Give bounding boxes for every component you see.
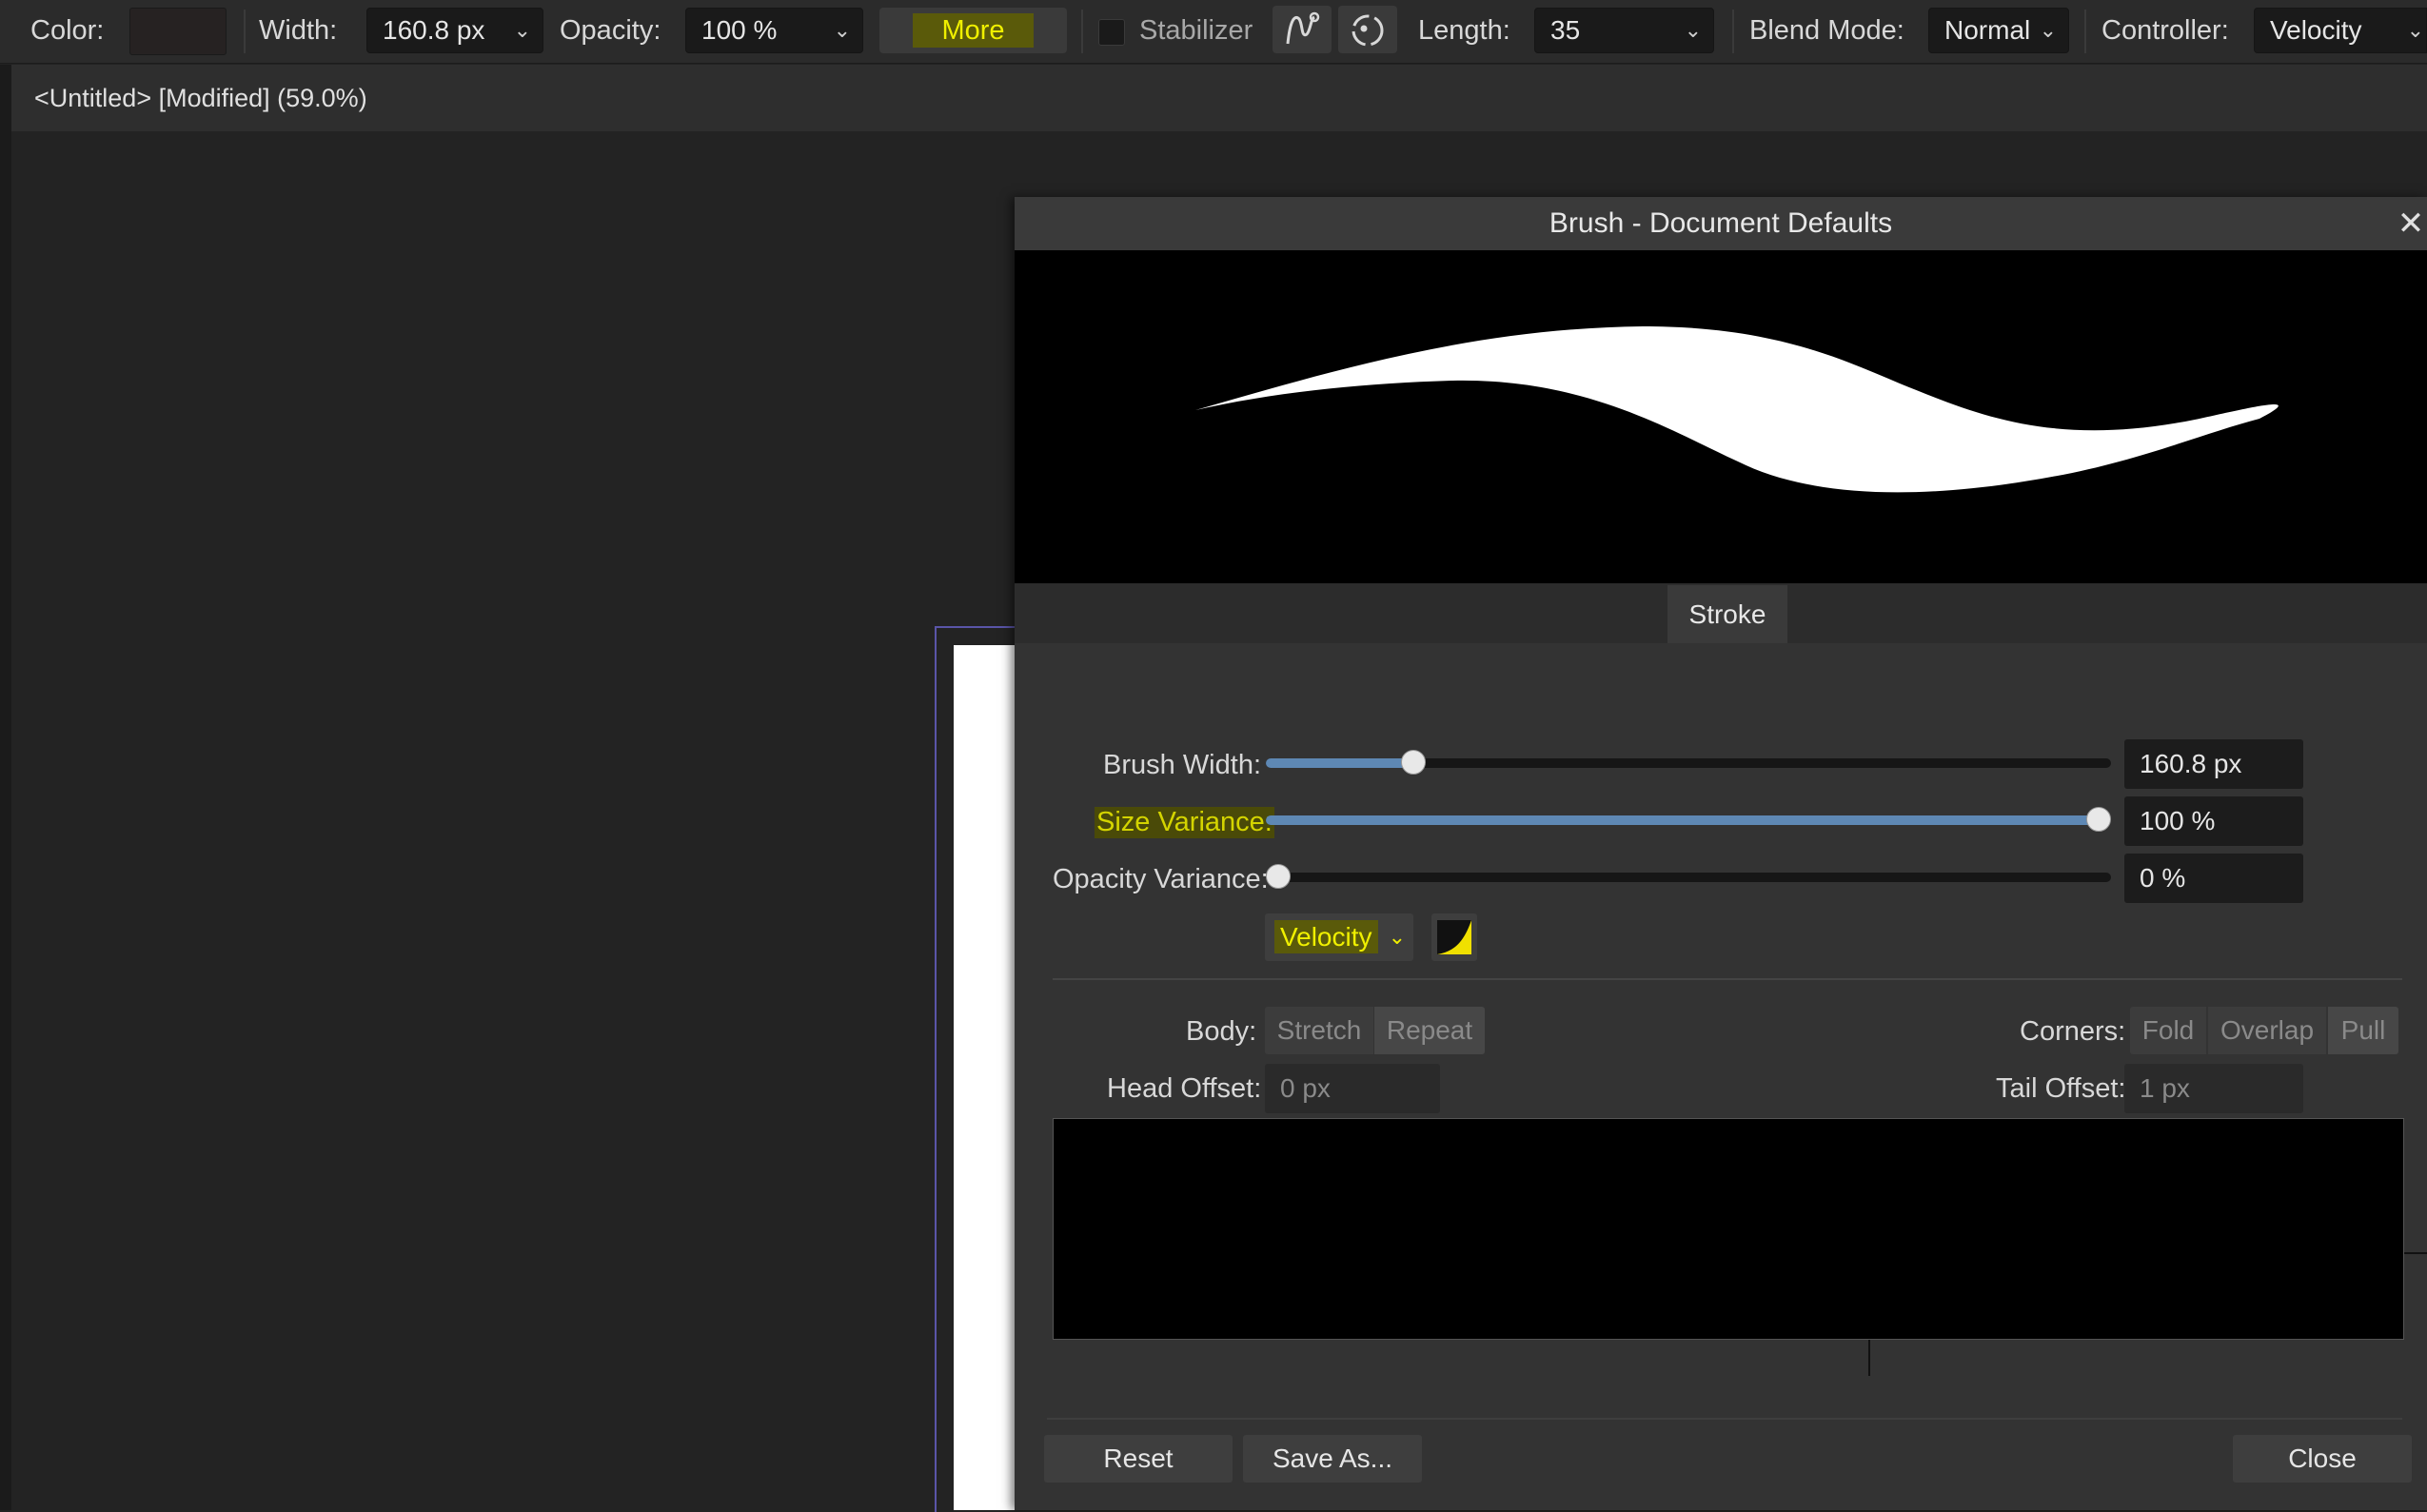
texture-split-marker	[1868, 1340, 1870, 1376]
chevron-down-icon: ⌄	[2039, 18, 2057, 42]
pressure-curve-button[interactable]	[1431, 913, 1477, 961]
variance-controller-value: Velocity	[1274, 920, 1378, 953]
controller-dropdown[interactable]: Velocity ⌄	[2254, 8, 2427, 53]
rope-icon	[1286, 11, 1320, 45]
toolbar-separator	[1081, 10, 1083, 53]
width-dropdown[interactable]: 160.8 px ⌄	[366, 8, 543, 53]
size-variance-slider-fill	[1266, 815, 2099, 825]
corners-pull-button[interactable]: Pull	[2328, 1007, 2398, 1054]
corners-label: Corners:	[2020, 1016, 2126, 1047]
curve-icon	[1437, 920, 1471, 954]
size-variance-field[interactable]: 100 %	[2124, 796, 2303, 846]
footer-divider	[1047, 1418, 2402, 1420]
color-label: Color:	[30, 15, 105, 46]
chevron-down-icon: ⌄	[513, 18, 531, 42]
length-value: 35	[1550, 15, 1581, 45]
more-button[interactable]: More	[879, 8, 1067, 53]
dialog-title: Brush - Document Defaults	[1549, 207, 1893, 239]
controller-label: Controller:	[2101, 15, 2229, 46]
document-page[interactable]	[954, 645, 1020, 1510]
dialog-tab-strip: Stroke	[1015, 583, 2427, 643]
section-divider	[1053, 978, 2402, 980]
window-mode-icon	[1352, 14, 1384, 47]
size-variance-slider[interactable]	[1266, 807, 2111, 832]
body-repeat-button[interactable]: Repeat	[1374, 1007, 1485, 1054]
opacity-variance-label: Opacity Variance:	[1053, 864, 1269, 894]
head-offset-field[interactable]: 0 px	[1265, 1064, 1440, 1113]
toolbar-separator	[244, 10, 246, 53]
brush-preview	[1015, 250, 2427, 583]
texture-edge-marker	[2404, 1252, 2427, 1254]
chevron-down-icon: ⌄	[833, 18, 851, 42]
stabilizer-checkbox[interactable]	[1098, 19, 1125, 46]
document-tab-bar: <Untitled> [Modified] (59.0%)	[11, 65, 2427, 131]
variance-controller-dropdown[interactable]: Velocity ⌄	[1265, 913, 1413, 961]
controller-value: Velocity	[2270, 15, 2362, 45]
close-button[interactable]: Close	[2233, 1435, 2412, 1483]
size-variance-slider-handle[interactable]	[2086, 807, 2111, 832]
toolbar-separator	[2084, 10, 2086, 53]
stabilizer-label: Stabilizer	[1139, 15, 1253, 46]
width-value: 160.8 px	[383, 15, 485, 45]
texture-preview[interactable]	[1053, 1118, 2404, 1340]
opacity-value: 100 %	[701, 15, 778, 45]
more-button-label: More	[913, 13, 1034, 48]
chevron-down-icon: ⌄	[2406, 18, 2424, 42]
brush-stroke-preview	[1195, 326, 2279, 493]
length-label: Length:	[1418, 15, 1510, 46]
brush-width-label: Brush Width:	[1103, 750, 1261, 780]
opacity-variance-slider-handle[interactable]	[1266, 864, 1291, 889]
dialog-title-bar: Brush - Document Defaults ✕	[1015, 197, 2427, 250]
context-toolbar: Color: Width: 160.8 px ⌄ Opacity: 100 % …	[0, 0, 2427, 64]
width-label: Width:	[259, 15, 338, 46]
opacity-variance-slider[interactable]	[1266, 864, 2111, 889]
chevron-down-icon: ⌄	[1684, 18, 1702, 42]
chevron-down-icon: ⌄	[1388, 925, 1406, 949]
blend-mode-label: Blend Mode:	[1749, 15, 1904, 46]
brush-width-slider[interactable]	[1266, 750, 2111, 775]
length-dropdown[interactable]: 35 ⌄	[1534, 8, 1714, 53]
opacity-label: Opacity:	[560, 15, 661, 46]
corners-overlap-button[interactable]: Overlap	[2208, 1007, 2326, 1054]
toolbar-separator	[1732, 10, 1734, 53]
opacity-dropdown[interactable]: 100 % ⌄	[685, 8, 863, 53]
brush-width-slider-fill	[1266, 758, 1413, 768]
tail-offset-label: Tail Offset:	[1996, 1073, 2126, 1104]
document-tab-title[interactable]: <Untitled> [Modified] (59.0%)	[34, 84, 367, 113]
corners-fold-button[interactable]: Fold	[2130, 1007, 2206, 1054]
brush-width-slider-handle[interactable]	[1401, 750, 1426, 775]
head-offset-label: Head Offset:	[1107, 1073, 1262, 1104]
brush-width-field[interactable]: 160.8 px	[2124, 739, 2303, 789]
rope-mode-button[interactable]	[1273, 6, 1332, 53]
color-swatch[interactable]	[129, 8, 227, 55]
body-stretch-button[interactable]: Stretch	[1265, 1007, 1373, 1054]
opacity-variance-field[interactable]: 0 %	[2124, 854, 2303, 903]
window-mode-button[interactable]	[1338, 6, 1397, 53]
body-label: Body:	[1186, 1016, 1257, 1047]
reset-button[interactable]: Reset	[1044, 1435, 1233, 1483]
tail-offset-field[interactable]: 1 px	[2124, 1064, 2303, 1113]
size-variance-label: Size Variance:	[1095, 807, 1274, 838]
close-icon[interactable]: ✕	[2395, 206, 2427, 241]
left-panel-edge	[0, 65, 11, 1510]
blend-mode-dropdown[interactable]: Normal ⌄	[1928, 8, 2069, 53]
blend-mode-value: Normal	[1944, 15, 2031, 45]
tab-stroke[interactable]: Stroke	[1667, 585, 1787, 643]
save-as-button[interactable]: Save As...	[1243, 1435, 1422, 1483]
